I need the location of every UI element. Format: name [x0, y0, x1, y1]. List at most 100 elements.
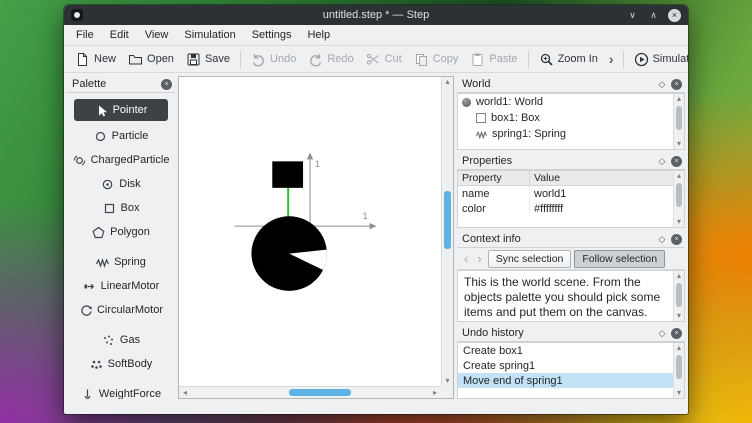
world-tree: world1: World box1: Box spring1: Spring — [458, 94, 673, 149]
charged-particle-icon — [73, 154, 86, 167]
undo-item[interactable]: Create box1 — [458, 343, 673, 358]
vertical-scroll-thumb[interactable] — [444, 191, 451, 249]
cut-button[interactable]: Cut — [360, 49, 408, 70]
scroll-right-icon[interactable]: ▸ — [429, 388, 441, 398]
titlebar[interactable]: untitled.step * — Step ∨ ∧ × — [64, 5, 688, 25]
column-header-value[interactable]: Value — [530, 171, 673, 185]
scroll-thumb[interactable] — [676, 106, 682, 130]
palette-item-gas[interactable]: Gas — [67, 328, 175, 352]
scroll-left-icon[interactable]: ◂ — [179, 388, 191, 398]
properties-scrollbar[interactable]: ▴ ▾ — [673, 171, 684, 227]
canvas-horizontal-scrollbar[interactable]: ◂ ▸ — [179, 386, 441, 398]
copy-button[interactable]: Copy — [408, 49, 465, 70]
soft-body-icon — [90, 358, 103, 371]
follow-selection-button[interactable]: Follow selection — [574, 250, 665, 268]
save-button[interactable]: Save — [180, 49, 236, 70]
horizontal-scroll-thumb[interactable] — [289, 389, 351, 396]
open-button[interactable]: Open — [122, 49, 180, 70]
close-panel-icon[interactable]: × — [671, 234, 682, 245]
tree-item-world1[interactable]: world1: World — [458, 94, 673, 110]
linear-motor-icon — [83, 280, 96, 293]
sync-selection-button[interactable]: Sync selection — [488, 250, 572, 268]
scroll-up-icon[interactable]: ▴ — [442, 77, 454, 87]
undo-button[interactable]: Undo — [245, 49, 302, 70]
scroll-down-icon[interactable]: ▾ — [674, 139, 685, 149]
maximize-icon[interactable]: ∧ — [647, 9, 660, 22]
context-scrollbar[interactable]: ▴ ▾ — [673, 271, 684, 321]
undo-item[interactable]: Create spring1 — [458, 358, 673, 373]
box1-object[interactable] — [272, 161, 303, 187]
panel-title: Undo history — [462, 327, 653, 339]
world-scrollbar[interactable]: ▴ ▾ — [673, 94, 684, 149]
redo-icon — [308, 52, 323, 67]
simulate-button[interactable]: Simulate ∨ — [628, 49, 688, 70]
menu-help[interactable]: Help — [299, 25, 338, 45]
palette-item-spring[interactable]: Spring — [67, 250, 175, 274]
scroll-down-icon[interactable]: ▾ — [674, 311, 685, 321]
scroll-up-icon[interactable]: ▴ — [674, 171, 685, 181]
scroll-down-icon[interactable]: ▾ — [674, 217, 685, 227]
box-icon — [103, 202, 116, 215]
scene-area: 1 1 ▴ ▾ ◂ ▸ — [178, 76, 454, 399]
property-row-color[interactable]: color #ffffffff — [458, 201, 673, 216]
zoom-in-icon — [539, 52, 554, 67]
toolbar-overflow-icon[interactable]: › — [604, 51, 619, 67]
scroll-thumb[interactable] — [676, 355, 682, 379]
x-axis-label: 1 — [363, 211, 368, 221]
zoom-in-button[interactable]: Zoom In — [533, 49, 604, 70]
close-panel-icon[interactable]: × — [671, 328, 682, 339]
box1-checkbox[interactable] — [476, 113, 486, 123]
menu-file[interactable]: File — [68, 25, 102, 45]
new-button[interactable]: New — [69, 49, 122, 70]
right-dock-column: World ◇ × world1: World box1: Box — [457, 76, 685, 399]
palette-item-polygon[interactable]: Polygon — [67, 220, 175, 244]
scroll-up-icon[interactable]: ▴ — [674, 94, 685, 104]
float-panel-icon[interactable]: ◇ — [656, 155, 668, 167]
scroll-thumb[interactable] — [676, 183, 682, 207]
tree-item-box1[interactable]: box1: Box — [458, 110, 673, 126]
close-panel-icon[interactable]: × — [161, 79, 172, 90]
menu-settings[interactable]: Settings — [244, 25, 300, 45]
back-icon[interactable]: ‹ — [461, 252, 471, 265]
scroll-thumb[interactable] — [676, 283, 682, 307]
palette-item-particle[interactable]: Particle — [67, 124, 175, 148]
close-panel-icon[interactable]: × — [671, 79, 682, 90]
menu-simulation[interactable]: Simulation — [176, 25, 243, 45]
paste-clipboard-icon — [470, 52, 485, 67]
float-panel-icon[interactable]: ◇ — [656, 233, 668, 245]
redo-button[interactable]: Redo — [302, 49, 359, 70]
undo-history-panel: Undo history ◇ × Create box1 Create spri… — [457, 325, 685, 399]
palette-item-pointer[interactable]: Pointer — [74, 99, 168, 121]
palette-item-linearmotor[interactable]: LinearMotor — [67, 274, 175, 298]
undo-scrollbar[interactable]: ▴ ▾ — [673, 343, 684, 398]
tree-item-spring1[interactable]: spring1: Spring — [458, 126, 673, 142]
paste-button[interactable]: Paste — [464, 49, 523, 70]
canvas-vertical-scrollbar[interactable]: ▴ ▾ — [441, 77, 453, 386]
spring-icon — [476, 129, 487, 140]
forward-icon[interactable]: › — [474, 252, 484, 265]
float-panel-icon[interactable]: ◇ — [656, 327, 668, 339]
palette-item-softbody[interactable]: SoftBody — [67, 352, 175, 376]
scroll-up-icon[interactable]: ▴ — [674, 343, 685, 353]
undo-item-selected[interactable]: Move end of spring1 — [458, 373, 673, 388]
float-panel-icon[interactable]: ◇ — [656, 78, 668, 90]
palette-item-box[interactable]: Box — [67, 196, 175, 220]
spring-icon — [96, 256, 109, 269]
simulation-canvas[interactable]: 1 1 — [179, 77, 441, 386]
scroll-down-icon[interactable]: ▾ — [442, 376, 454, 386]
palette-item-weightforce[interactable]: WeightForce — [67, 382, 175, 399]
palette-item-disk[interactable]: Disk — [67, 172, 175, 196]
column-header-property[interactable]: Property — [458, 171, 530, 185]
property-row-name[interactable]: name world1 — [458, 186, 673, 201]
context-info-panel: Context info ◇ × ‹ › Sync selection Foll… — [457, 231, 685, 322]
scroll-up-icon[interactable]: ▴ — [674, 271, 685, 281]
palette-item-chargedparticle[interactable]: ChargedParticle — [67, 148, 175, 172]
scroll-down-icon[interactable]: ▾ — [674, 388, 685, 398]
save-icon — [186, 52, 201, 67]
close-panel-icon[interactable]: × — [671, 156, 682, 167]
close-icon[interactable]: × — [668, 9, 681, 22]
menu-view[interactable]: View — [137, 25, 177, 45]
menu-edit[interactable]: Edit — [102, 25, 137, 45]
step-app-icon — [71, 9, 83, 21]
palette-item-circularmotor[interactable]: CircularMotor — [67, 298, 175, 322]
